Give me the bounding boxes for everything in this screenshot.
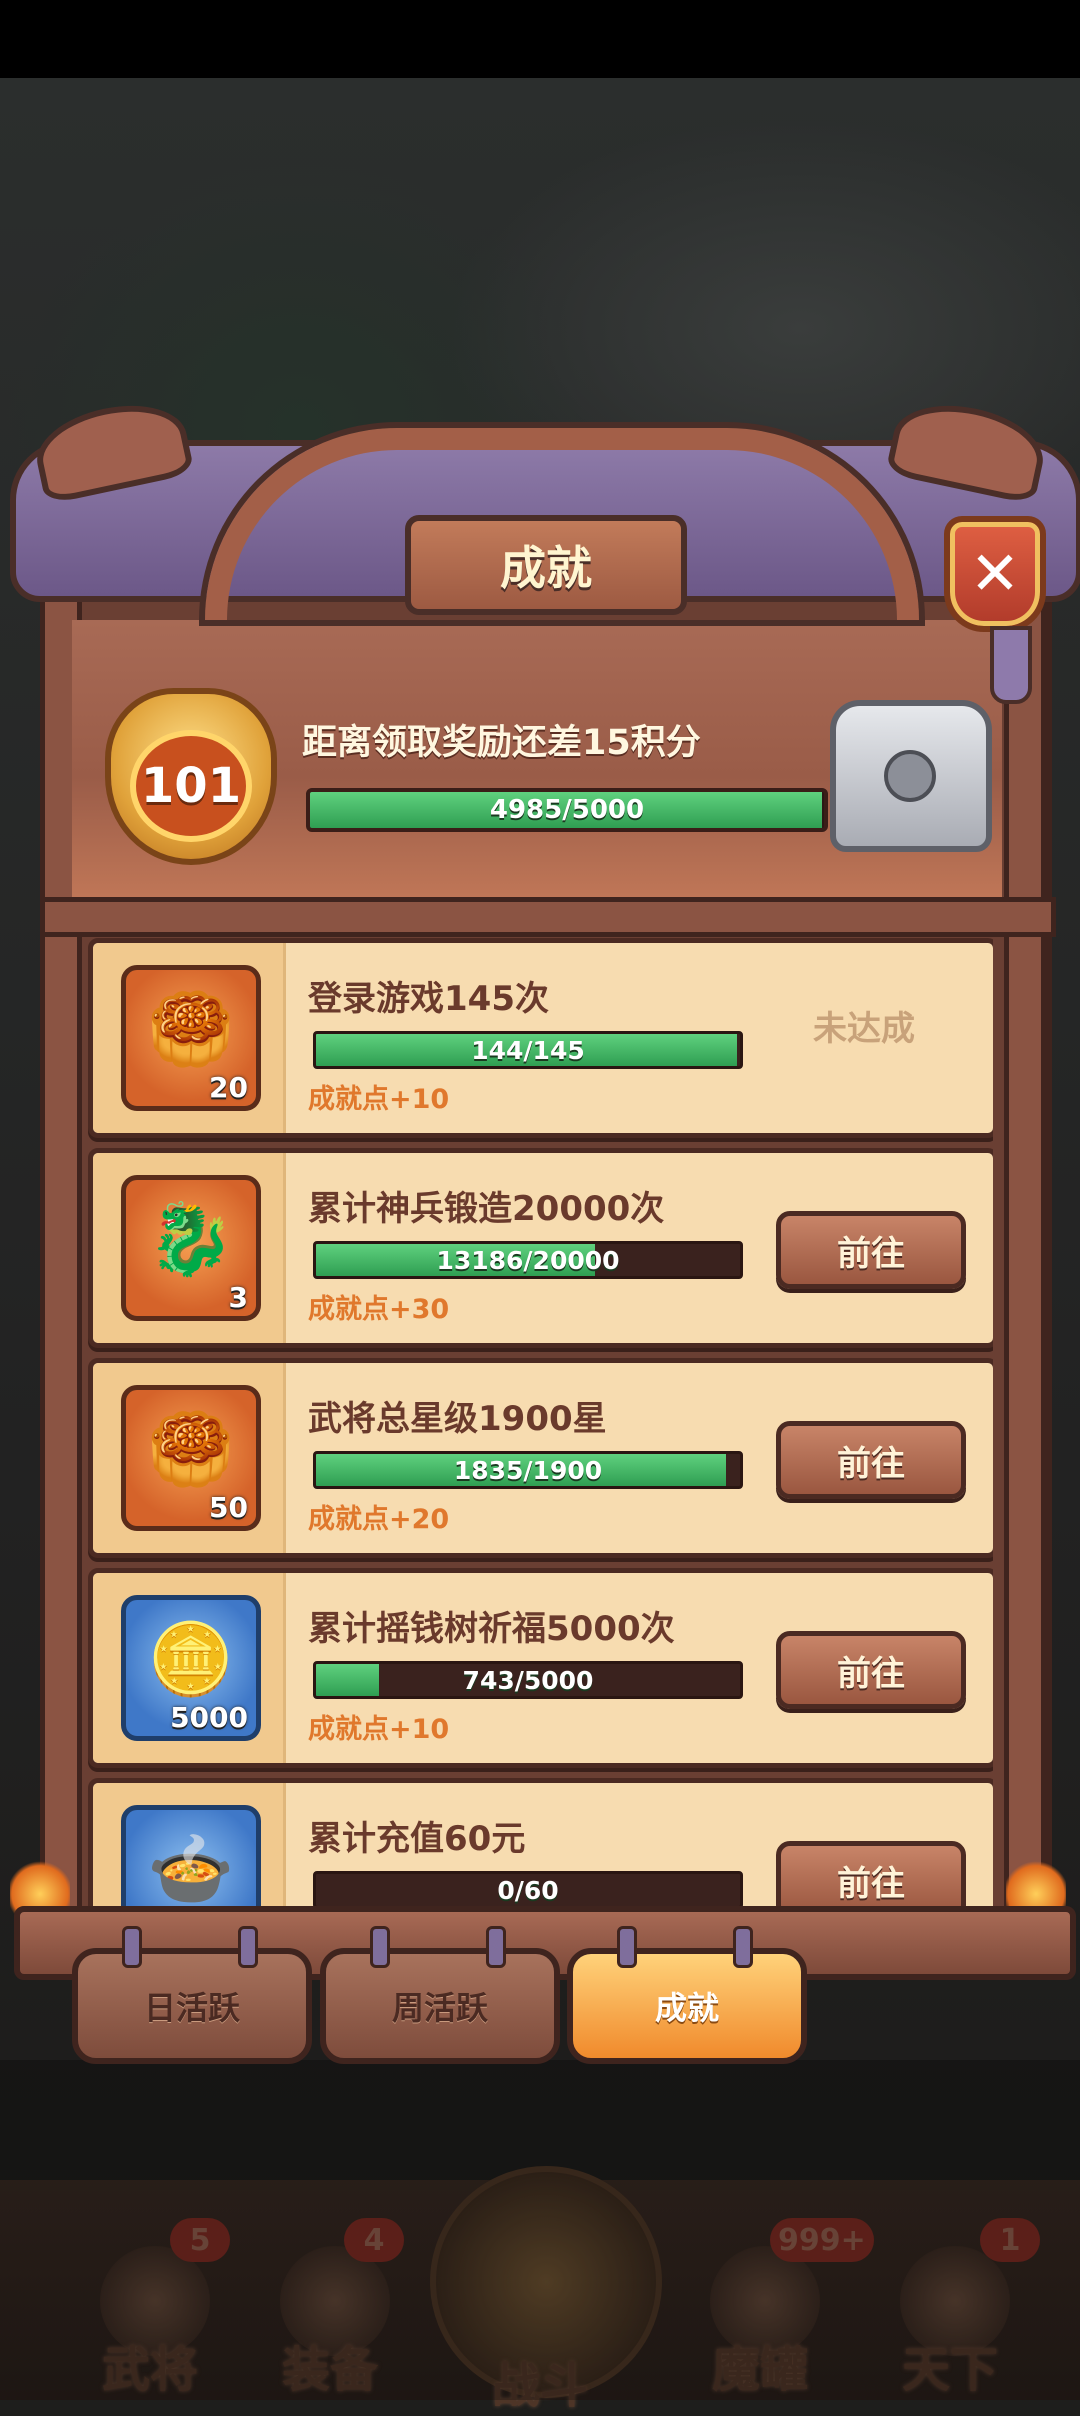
progress-text: 1835/1900 — [453, 1455, 603, 1485]
achievement-title: 登录游戏145次 — [308, 979, 549, 1019]
reward-quantity: 50 — [209, 1491, 248, 1524]
tab-hanger — [486, 1926, 506, 1968]
achievement-card: 🍲 累计充值60元 0/60 前往 — [88, 1778, 993, 1908]
achievement-title: 武将总星级1900星 — [308, 1399, 607, 1439]
achievement-progress-bar: 144/145 — [313, 1031, 743, 1069]
tab-daily-activity[interactable]: 日活跃 — [72, 1926, 312, 2064]
goto-button[interactable]: 前往 — [776, 1421, 966, 1499]
goto-button[interactable]: 前往 — [776, 1841, 966, 1908]
achievement-title: 累计充值60元 — [308, 1819, 526, 1859]
achievement-progress-bar: 1835/1900 — [313, 1451, 743, 1489]
dragon-emblem-icon: 🐉 — [147, 1198, 235, 1280]
achievement-progress-bar: 743/5000 — [313, 1661, 743, 1699]
achievement-progress-bar: 0/60 — [313, 1871, 743, 1908]
progress-text: 144/145 — [471, 1035, 585, 1065]
tassel-decoration — [990, 626, 1032, 704]
dim-overlay — [0, 2060, 1080, 2400]
goto-button[interactable]: 前往 — [776, 1631, 966, 1709]
gold-ingot-icon: 🥮 — [147, 1408, 235, 1490]
achievement-title: 累计摇钱树祈福5000次 — [308, 1609, 675, 1649]
reward-item[interactable]: 🐉 3 — [121, 1175, 261, 1321]
achievement-progress-bar: 13186/20000 — [313, 1241, 743, 1279]
achievement-card: 🪙 5000 累计摇钱树祈福5000次 743/5000 成就点+10 前往 — [88, 1568, 993, 1768]
gold-ingot-icon: 🥮 — [147, 988, 235, 1070]
reward-quantity: 3 — [228, 1281, 248, 1314]
achievement-card: 🥮 50 武将总星级1900星 1835/1900 成就点+20 前往 — [88, 1358, 993, 1558]
achievement-points: 成就点+20 — [308, 1504, 450, 1535]
chest-lock-icon — [884, 750, 936, 802]
close-icon: ✕ — [969, 539, 1021, 609]
achievement-points: 成就点+10 — [308, 1084, 450, 1115]
reward-item[interactable]: 🥮 50 — [121, 1385, 261, 1531]
tab-hanger — [733, 1926, 753, 1968]
tab-hanger — [617, 1926, 637, 1968]
tab-label: 成就 — [654, 1989, 719, 2027]
tab-weekly-activity[interactable]: 周活跃 — [320, 1926, 560, 2064]
achievement-card: 🥮 20 登录游戏145次 144/145 成就点+10 未达成 — [88, 938, 993, 1138]
achievement-list[interactable]: 🥮 20 登录游戏145次 144/145 成就点+10 未达成 🐉 3 累计神… — [88, 938, 993, 1908]
divider-beam — [40, 897, 1056, 937]
progress-text: 0/60 — [497, 1875, 559, 1905]
tab-label: 日活跃 — [143, 1989, 240, 2027]
achievement-card: 🐉 3 累计神兵锻造20000次 13186/20000 成就点+30 前往 — [88, 1148, 993, 1348]
achievement-progress-bar: 4985/5000 — [306, 788, 828, 832]
reward-item[interactable]: 🥮 20 — [121, 965, 261, 1111]
reward-quantity: 20 — [209, 1071, 248, 1104]
progress-text: 4985/5000 — [489, 795, 645, 825]
goto-button[interactable]: 前往 — [776, 1211, 966, 1289]
reward-item[interactable]: 🪙 5000 — [121, 1595, 261, 1741]
reward-distance-text: 距离领取奖励还差15积分 — [302, 723, 701, 763]
dialog-title: 成就 — [405, 515, 687, 615]
progress-text: 13186/20000 — [436, 1245, 620, 1275]
level-badge: 101 — [90, 668, 280, 865]
pillar-right — [1004, 588, 1046, 1948]
silver-chest-icon[interactable] — [830, 700, 992, 852]
tab-label: 周活跃 — [391, 1989, 488, 2027]
achievement-points: 成就点+30 — [308, 1294, 450, 1325]
jade-bowl-icon: 🍲 — [147, 1828, 235, 1908]
progress-text: 743/5000 — [462, 1665, 594, 1695]
reward-item[interactable]: 🍲 — [121, 1805, 261, 1908]
tab-achievement[interactable]: 成就 — [567, 1926, 807, 2064]
achievement-title: 累计神兵锻造20000次 — [308, 1189, 665, 1229]
status-not-achieved: 未达成 — [813, 1009, 915, 1049]
tab-hanger — [238, 1926, 258, 1968]
achievement-points: 成就点+10 — [308, 1714, 450, 1745]
reward-quantity: 5000 — [170, 1701, 248, 1734]
level-number: 101 — [130, 730, 252, 842]
tab-hanger — [122, 1926, 142, 1968]
coin-icon: 🪙 — [147, 1618, 235, 1700]
status-bar — [0, 0, 1080, 78]
tab-hanger — [370, 1926, 390, 1968]
close-button[interactable]: ✕ — [944, 516, 1046, 632]
